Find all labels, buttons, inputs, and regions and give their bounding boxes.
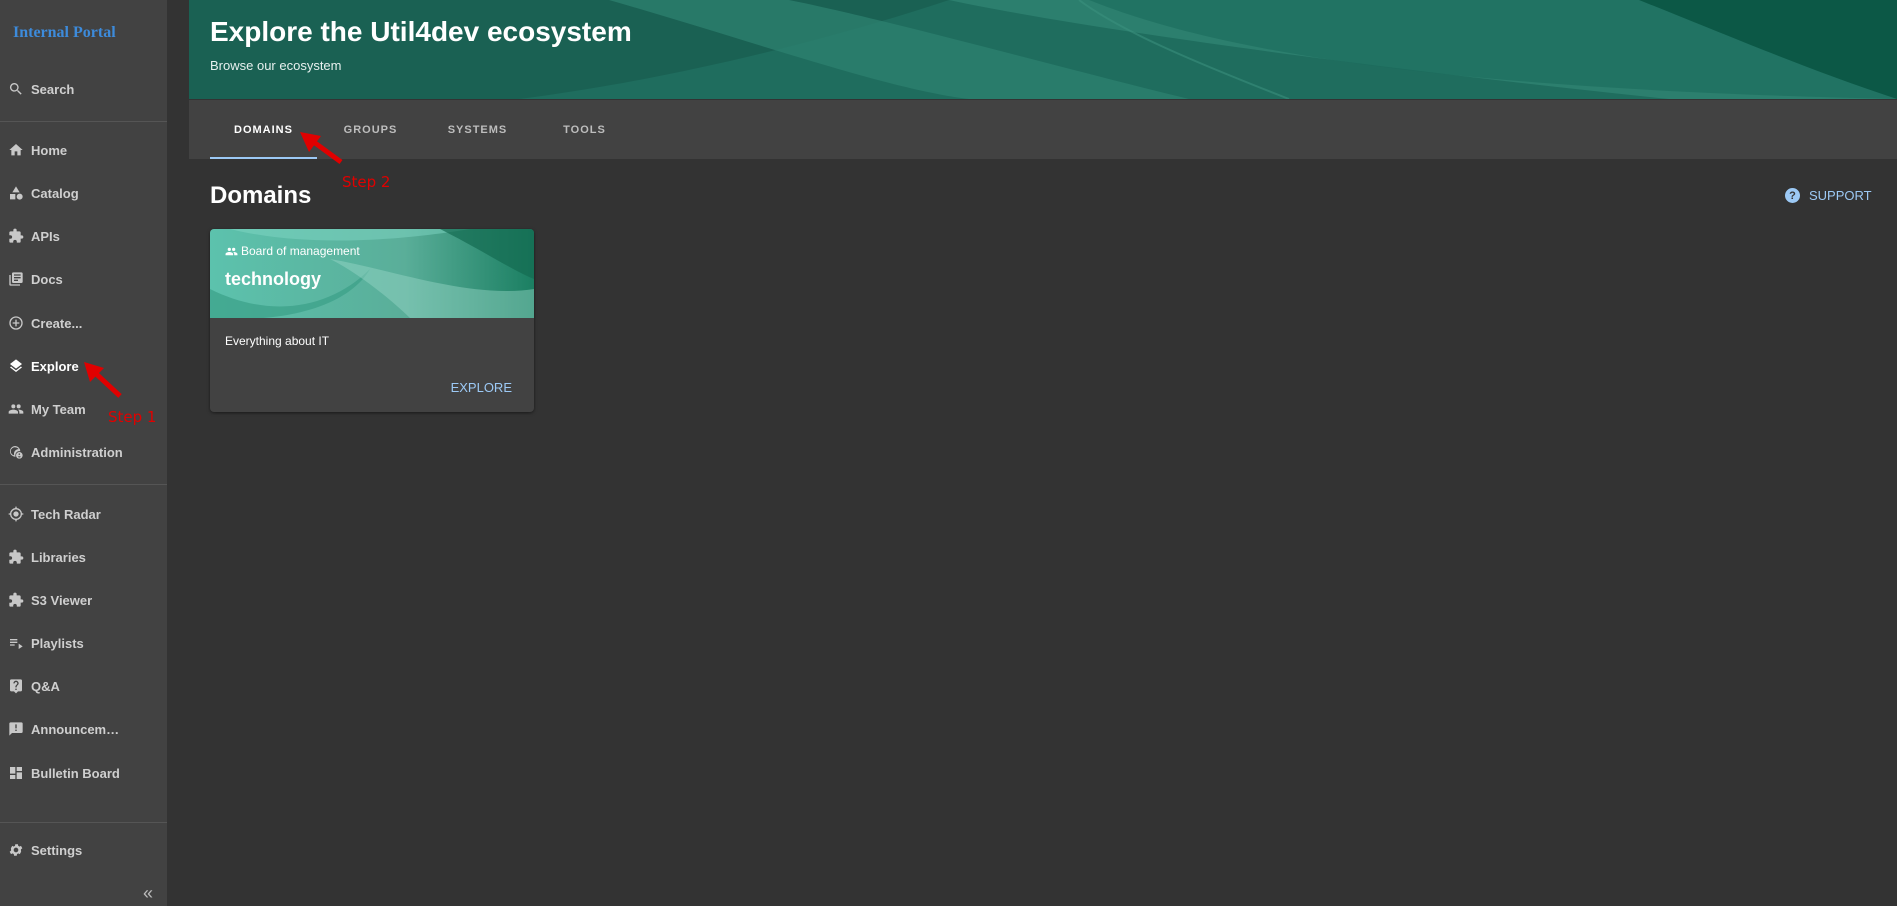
add-circle-icon bbox=[8, 315, 24, 331]
page-header: Explore the Util4dev ecosystem Browse ou… bbox=[189, 0, 1897, 99]
sidebar-item-label: Home bbox=[31, 142, 68, 158]
domain-card: Board of management technology Everythin… bbox=[210, 229, 534, 412]
playlist-icon bbox=[8, 635, 24, 651]
sidebar-search[interactable]: Search bbox=[0, 69, 167, 109]
sidebar-item-create[interactable]: Create... bbox=[0, 303, 167, 343]
sidebar-item-label: Bulletin Board bbox=[31, 765, 120, 781]
sidebar-item-label: Explore bbox=[31, 358, 79, 374]
card-title[interactable]: technology bbox=[225, 269, 321, 290]
sidebar-item-playlists[interactable]: Playlists bbox=[0, 623, 167, 663]
puzzle-icon bbox=[8, 228, 24, 244]
dashboard-icon bbox=[8, 765, 24, 781]
gear-icon bbox=[8, 842, 24, 858]
sidebar-divider bbox=[0, 484, 167, 485]
admin-icon bbox=[8, 444, 24, 460]
puzzle-icon bbox=[8, 592, 24, 608]
sidebar-divider bbox=[0, 121, 167, 122]
support-button[interactable]: ? SUPPORT bbox=[1785, 188, 1872, 203]
docs-icon bbox=[8, 271, 24, 287]
help-icon: ? bbox=[1785, 188, 1800, 203]
sidebar-item-label: Create... bbox=[31, 315, 83, 331]
header-wave-background bbox=[189, 0, 1897, 99]
sidebar-item-label: My Team bbox=[31, 401, 86, 417]
announcement-icon bbox=[8, 721, 24, 737]
sidebar-item-label: Catalog bbox=[31, 185, 79, 201]
sidebar-item-apis[interactable]: APIs bbox=[0, 216, 167, 256]
home-icon bbox=[8, 142, 24, 158]
sidebar: Internal Portal Search Home Catalog APIs… bbox=[0, 0, 167, 906]
sidebar-item-catalog[interactable]: Catalog bbox=[0, 173, 167, 213]
sidebar-item-announcements[interactable]: Announcem… bbox=[0, 709, 167, 749]
step2-label: Step 2 bbox=[342, 173, 391, 191]
step1-label: Step 1 bbox=[108, 408, 157, 426]
people-icon bbox=[8, 401, 24, 417]
puzzle-icon bbox=[8, 549, 24, 565]
tab-bar: DOMAINS GROUPS SYSTEMS TOOLS bbox=[189, 100, 1897, 159]
explore-button[interactable]: EXPLORE bbox=[451, 380, 512, 395]
sidebar-item-label: S3 Viewer bbox=[31, 592, 93, 608]
tab-systems[interactable]: SYSTEMS bbox=[424, 100, 531, 159]
sidebar-item-label: Playlists bbox=[31, 635, 84, 651]
sidebar-item-s3-viewer[interactable]: S3 Viewer bbox=[0, 580, 167, 620]
catalog-icon bbox=[8, 185, 24, 201]
question-icon bbox=[8, 678, 24, 694]
page-subtitle: Browse our ecosystem bbox=[210, 58, 342, 73]
sidebar-item-label: Administration bbox=[31, 444, 123, 460]
card-description: Everything about IT bbox=[225, 334, 330, 348]
sidebar-item-qa[interactable]: Q&A bbox=[0, 666, 167, 706]
sidebar-item-libraries[interactable]: Libraries bbox=[0, 537, 167, 577]
sidebar-search-label: Search bbox=[31, 81, 75, 97]
radar-icon bbox=[8, 506, 24, 522]
sidebar-item-tech-radar[interactable]: Tech Radar bbox=[0, 494, 167, 534]
card-header: Board of management technology bbox=[210, 229, 534, 318]
step2-arrow-icon bbox=[300, 132, 343, 165]
tab-tools[interactable]: TOOLS bbox=[531, 100, 638, 159]
sidebar-item-label: Announcem… bbox=[31, 721, 120, 737]
page-title: Explore the Util4dev ecosystem bbox=[210, 16, 632, 47]
layers-icon bbox=[8, 358, 24, 374]
card-type-label: Board of management bbox=[241, 244, 360, 258]
support-label: SUPPORT bbox=[1809, 188, 1872, 203]
sidebar-item-label: Docs bbox=[31, 271, 63, 287]
sidebar-item-label: Q&A bbox=[31, 678, 60, 694]
sidebar-item-administration[interactable]: Administration bbox=[0, 432, 167, 472]
sidebar-item-settings[interactable]: Settings bbox=[0, 830, 167, 870]
sidebar-item-label: APIs bbox=[31, 228, 60, 244]
app-logo[interactable]: Internal Portal bbox=[13, 24, 116, 42]
sidebar-item-bulletin-board[interactable]: Bulletin Board bbox=[0, 753, 167, 793]
sidebar-item-home[interactable]: Home bbox=[0, 130, 167, 170]
sidebar-item-docs[interactable]: Docs bbox=[0, 259, 167, 299]
step1-arrow-icon bbox=[84, 362, 122, 398]
search-icon bbox=[8, 81, 24, 97]
sidebar-item-label: Libraries bbox=[31, 549, 86, 565]
sidebar-divider bbox=[0, 822, 167, 823]
sidebar-item-label: Settings bbox=[31, 842, 83, 858]
group-icon bbox=[225, 247, 238, 255]
section-title: Domains bbox=[210, 182, 312, 209]
card-type: Board of management bbox=[225, 244, 360, 258]
sidebar-collapse-button[interactable]: « bbox=[138, 884, 158, 902]
sidebar-item-label: Tech Radar bbox=[31, 506, 101, 522]
